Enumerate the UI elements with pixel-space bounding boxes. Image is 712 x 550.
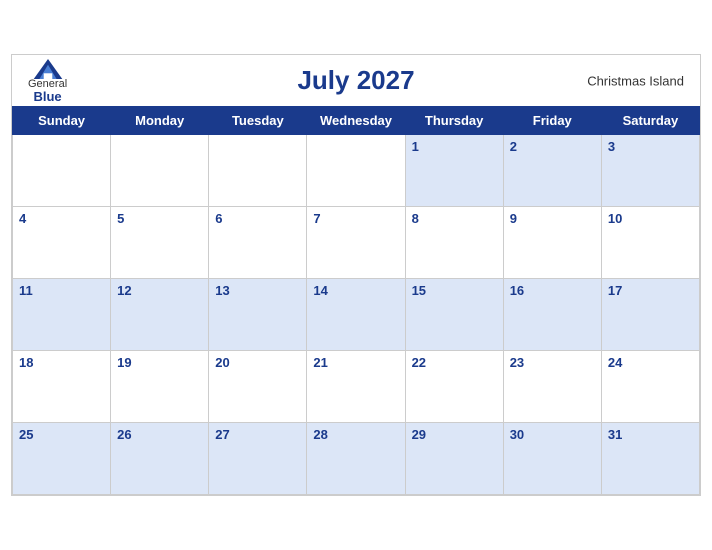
- calendar-cell: [307, 135, 405, 207]
- day-number: 5: [117, 211, 124, 226]
- calendar-week-row: 11 12 13 14 15 16 17: [13, 279, 700, 351]
- calendar-cell: 20: [209, 351, 307, 423]
- day-number: 1: [412, 139, 419, 154]
- day-number: 17: [608, 283, 622, 298]
- calendar-cell: 29: [405, 423, 503, 495]
- calendar-header: General Blue July 2027 Christmas Island: [12, 55, 700, 106]
- calendar-container: General Blue July 2027 Christmas Island …: [11, 54, 701, 496]
- header-friday: Friday: [503, 107, 601, 135]
- header-tuesday: Tuesday: [209, 107, 307, 135]
- day-number: 30: [510, 427, 524, 442]
- calendar-cell: 30: [503, 423, 601, 495]
- calendar-cell: 5: [111, 207, 209, 279]
- calendar-cell: 12: [111, 279, 209, 351]
- calendar-cell: 4: [13, 207, 111, 279]
- calendar-cell: 25: [13, 423, 111, 495]
- logo-blue-text: Blue: [33, 90, 61, 103]
- calendar-cell: 13: [209, 279, 307, 351]
- calendar-cell: 14: [307, 279, 405, 351]
- calendar-cell: 8: [405, 207, 503, 279]
- calendar-cell: 31: [601, 423, 699, 495]
- day-number: 10: [608, 211, 622, 226]
- day-number: 22: [412, 355, 426, 370]
- day-number: 2: [510, 139, 517, 154]
- day-number: 8: [412, 211, 419, 226]
- calendar-cell: 16: [503, 279, 601, 351]
- day-number: 13: [215, 283, 229, 298]
- calendar-cell: [13, 135, 111, 207]
- calendar-cell: 17: [601, 279, 699, 351]
- day-number: 25: [19, 427, 33, 442]
- calendar-cell: 22: [405, 351, 503, 423]
- weekday-header-row: Sunday Monday Tuesday Wednesday Thursday…: [13, 107, 700, 135]
- calendar-cell: 21: [307, 351, 405, 423]
- day-number: 16: [510, 283, 524, 298]
- calendar-week-row: 25 26 27 28 29 30 31: [13, 423, 700, 495]
- day-number: 14: [313, 283, 327, 298]
- calendar-cell: 7: [307, 207, 405, 279]
- logo: General Blue: [28, 59, 67, 103]
- calendar-cell: 23: [503, 351, 601, 423]
- day-number: 26: [117, 427, 131, 442]
- calendar-cell: 1: [405, 135, 503, 207]
- day-number: 29: [412, 427, 426, 442]
- calendar-cell: 24: [601, 351, 699, 423]
- day-number: 7: [313, 211, 320, 226]
- calendar-cell: 9: [503, 207, 601, 279]
- logo-icon: [33, 59, 63, 79]
- calendar-cell: 19: [111, 351, 209, 423]
- day-number: 9: [510, 211, 517, 226]
- calendar-week-row: 1 2 3: [13, 135, 700, 207]
- calendar-week-row: 18 19 20 21 22 23 24: [13, 351, 700, 423]
- day-number: 6: [215, 211, 222, 226]
- day-number: 23: [510, 355, 524, 370]
- day-number: 24: [608, 355, 622, 370]
- calendar-cell: [111, 135, 209, 207]
- day-number: 12: [117, 283, 131, 298]
- day-number: 27: [215, 427, 229, 442]
- calendar-cell: 2: [503, 135, 601, 207]
- calendar-cell: 27: [209, 423, 307, 495]
- header-sunday: Sunday: [13, 107, 111, 135]
- day-number: 21: [313, 355, 327, 370]
- header-saturday: Saturday: [601, 107, 699, 135]
- calendar-cell: 11: [13, 279, 111, 351]
- day-number: 11: [19, 283, 33, 298]
- calendar-cell: 3: [601, 135, 699, 207]
- header-thursday: Thursday: [405, 107, 503, 135]
- day-number: 28: [313, 427, 327, 442]
- calendar-title: July 2027: [297, 65, 414, 96]
- day-number: 18: [19, 355, 33, 370]
- calendar-cell: 18: [13, 351, 111, 423]
- header-wednesday: Wednesday: [307, 107, 405, 135]
- day-number: 19: [117, 355, 131, 370]
- calendar-grid: Sunday Monday Tuesday Wednesday Thursday…: [12, 106, 700, 495]
- calendar-cell: 15: [405, 279, 503, 351]
- header-monday: Monday: [111, 107, 209, 135]
- day-number: 3: [608, 139, 615, 154]
- day-number: 20: [215, 355, 229, 370]
- day-number: 4: [19, 211, 26, 226]
- calendar-cell: 26: [111, 423, 209, 495]
- calendar-cell: 28: [307, 423, 405, 495]
- calendar-cell: 6: [209, 207, 307, 279]
- calendar-cell: 10: [601, 207, 699, 279]
- calendar-week-row: 4 5 6 7 8 9 10: [13, 207, 700, 279]
- day-number: 31: [608, 427, 622, 442]
- region-name: Christmas Island: [587, 73, 684, 88]
- calendar-cell: [209, 135, 307, 207]
- day-number: 15: [412, 283, 426, 298]
